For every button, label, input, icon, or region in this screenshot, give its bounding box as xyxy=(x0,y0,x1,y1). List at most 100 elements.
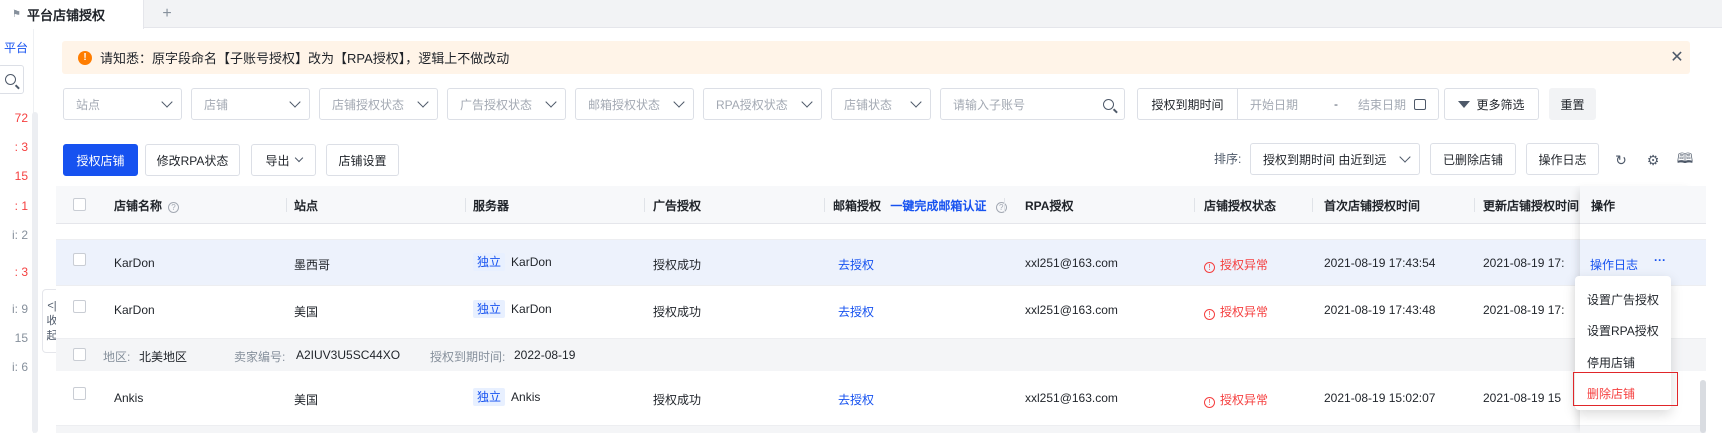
update-auth-time: 2021-08-19 15 xyxy=(1483,391,1562,405)
header-first-auth-time: 首次店铺授权时间 xyxy=(1324,199,1421,213)
expiry-value: 2022-08-19 xyxy=(514,348,576,362)
chevron-down-icon xyxy=(289,96,301,108)
store-auth-status-select[interactable]: 店铺授权状态 xyxy=(319,88,438,120)
notice-text: 请知悉：原字段命名【子账号授权】改为【RPA授权】，逻辑上不做改动 xyxy=(100,51,510,66)
close-icon[interactable]: ✕ xyxy=(1668,48,1686,66)
table-row[interactable]: Ankis 美国 独立 Ankis 授权成功 去授权 xxl251@163.com… xyxy=(56,371,1706,426)
error-icon: ! xyxy=(1204,397,1215,408)
site: 墨西哥 xyxy=(294,258,331,272)
operation-log-button[interactable]: 操作日志 xyxy=(1526,143,1599,175)
sidebar-item[interactable]: 72 xyxy=(0,111,28,125)
sidebar-item[interactable]: i: 2 xyxy=(0,228,28,242)
delete-store-highlight xyxy=(1573,372,1678,406)
email-auth-status-select[interactable]: 邮箱授权状态 xyxy=(575,88,694,120)
left-sidebar: 平台 72 : 3 15 : 1 i: 2 : 3 i: 9 15 i: 6 xyxy=(0,29,34,433)
column-divider xyxy=(286,198,287,212)
row-checkbox[interactable] xyxy=(73,387,86,400)
rpa-account: xxl251@163.com xyxy=(1025,303,1118,317)
site: 美国 xyxy=(294,305,319,319)
site: 美国 xyxy=(294,393,319,407)
book-icon[interactable]: 🕮 xyxy=(1676,150,1694,169)
row-checkbox[interactable] xyxy=(73,300,86,313)
gear-icon[interactable]: ⚙ xyxy=(1644,151,1662,169)
column-divider xyxy=(1004,198,1005,212)
help-icon[interactable]: ? xyxy=(995,202,1007,213)
store-status-select[interactable]: 店铺状态 xyxy=(831,88,931,120)
rpa-auth-status-select[interactable]: RPA授权状态 xyxy=(703,88,822,120)
first-auth-time: 2021-08-19 15:02:07 xyxy=(1324,391,1436,405)
add-tab-button[interactable]: + xyxy=(156,3,178,25)
sidebar-item[interactable]: : 1 xyxy=(0,199,28,213)
chevron-down-icon xyxy=(910,96,922,108)
expiry-date-range[interactable]: 授权到期时间 开始日期 - 结束日期 xyxy=(1137,88,1439,120)
authorize-email-link[interactable]: 去授权 xyxy=(838,391,874,408)
seller-id-value: A2IUV3U5SC44XO xyxy=(296,348,401,362)
store-name: KarDon xyxy=(114,303,155,317)
authorize-store-button[interactable]: 授权店铺 xyxy=(63,144,138,176)
pin-icon: ⚑ xyxy=(12,9,21,20)
first-auth-time: 2021-08-19 17:43:54 xyxy=(1324,256,1436,270)
sidebar-item[interactable]: 15 xyxy=(0,331,28,345)
column-divider xyxy=(1194,198,1195,212)
deleted-stores-button[interactable]: 已删除店铺 xyxy=(1430,143,1516,175)
header-store-auth-status: 店铺授权状态 xyxy=(1204,199,1277,213)
sidebar-platform-label[interactable]: 平台 xyxy=(0,39,28,56)
start-date-input[interactable]: 开始日期 xyxy=(1250,96,1298,113)
set-rpa-auth-menu-item[interactable]: 设置RPA授权 xyxy=(1587,322,1659,339)
end-date-input[interactable]: 结束日期 xyxy=(1358,96,1406,113)
sidebar-item[interactable]: 15 xyxy=(0,169,28,183)
export-button[interactable]: 导出 xyxy=(251,144,316,176)
server: 独立 KarDon xyxy=(473,253,552,271)
sidebar-item[interactable]: : 3 xyxy=(0,140,28,154)
region-label: 地区: xyxy=(103,350,131,364)
sidebar-item[interactable]: i: 9 xyxy=(0,302,28,316)
authorize-email-link[interactable]: 去授权 xyxy=(838,303,874,320)
date-separator: - xyxy=(1334,97,1339,111)
column-divider xyxy=(465,198,466,212)
set-ad-auth-menu-item[interactable]: 设置广告授权 xyxy=(1587,291,1659,308)
header-update-auth-time: 更新店铺授权时间 xyxy=(1483,199,1580,213)
modify-rpa-status-button[interactable]: 修改RPA状态 xyxy=(145,144,240,176)
select-all-checkbox[interactable] xyxy=(73,198,86,211)
table-row[interactable]: KarDon 墨西哥 独立 KarDon 授权成功 去授权 xxl251@163.… xyxy=(56,240,1706,286)
reset-button[interactable]: 重置 xyxy=(1549,88,1596,120)
refresh-icon[interactable]: ↻ xyxy=(1612,151,1630,169)
store-select[interactable]: 店铺 xyxy=(191,88,310,120)
sort-select[interactable]: 授权到期时间 由近到远 xyxy=(1250,143,1420,175)
sidebar-scrollbar[interactable] xyxy=(32,112,38,433)
sub-account-search-input[interactable]: 请输入子账号 xyxy=(940,88,1125,120)
header-rpa-auth: RPA授权 xyxy=(1025,199,1074,213)
authorize-email-link[interactable]: 去授权 xyxy=(838,256,874,273)
site-select[interactable]: 站点 xyxy=(63,88,182,120)
rpa-account: xxl251@163.com xyxy=(1025,256,1118,270)
table-row[interactable]: KarDon 美国 独立 KarDon 授权成功 去授权 xxl251@163.c… xyxy=(56,286,1706,339)
server: 独立 KarDon xyxy=(473,300,552,318)
table-header: 店铺名称? 站点 服务器 广告授权 邮箱授权 一键完成邮箱认证 ? RPA授权 … xyxy=(56,186,1706,224)
table-scrollbar[interactable] xyxy=(1700,380,1706,433)
group-checkbox[interactable] xyxy=(73,348,86,361)
column-divider xyxy=(1312,198,1313,212)
sidebar-search-input[interactable] xyxy=(0,65,24,94)
more-filters-button[interactable]: 更多筛选 xyxy=(1444,88,1539,120)
error-icon: ! xyxy=(1204,309,1215,320)
error-icon: ! xyxy=(1204,262,1215,273)
disable-store-menu-item[interactable]: 停用店铺 xyxy=(1587,354,1635,371)
row-checkbox[interactable] xyxy=(73,253,86,266)
chevron-down-icon xyxy=(417,96,429,108)
chevron-down-icon xyxy=(673,96,685,108)
store-settings-button[interactable]: 店铺设置 xyxy=(326,144,399,176)
header-site: 站点 xyxy=(294,199,319,213)
ad-auth-status-select[interactable]: 广告授权状态 xyxy=(447,88,566,120)
region-value: 北美地区 xyxy=(139,350,188,364)
sidebar-item[interactable]: i: 6 xyxy=(0,360,28,374)
help-icon[interactable]: ? xyxy=(168,202,180,213)
header-email-auth: 邮箱授权 一键完成邮箱认证 ? xyxy=(833,197,1007,214)
chevron-down-icon xyxy=(294,153,303,163)
group-summary-row: 地区: 北美地区 卖家编号: A2IUV3U5SC44XO 授权到期时间: 20… xyxy=(56,339,1706,371)
one-click-email-verify-link[interactable]: 一键完成邮箱认证 xyxy=(890,199,986,213)
tab-label: 平台店铺授权 xyxy=(26,8,105,23)
sidebar-item[interactable]: : 3 xyxy=(0,265,28,279)
ad-auth-status: 授权成功 xyxy=(653,258,702,272)
search-icon xyxy=(5,74,16,85)
tab-store-auth[interactable]: ⚑ 平台店铺授权 xyxy=(0,0,144,29)
